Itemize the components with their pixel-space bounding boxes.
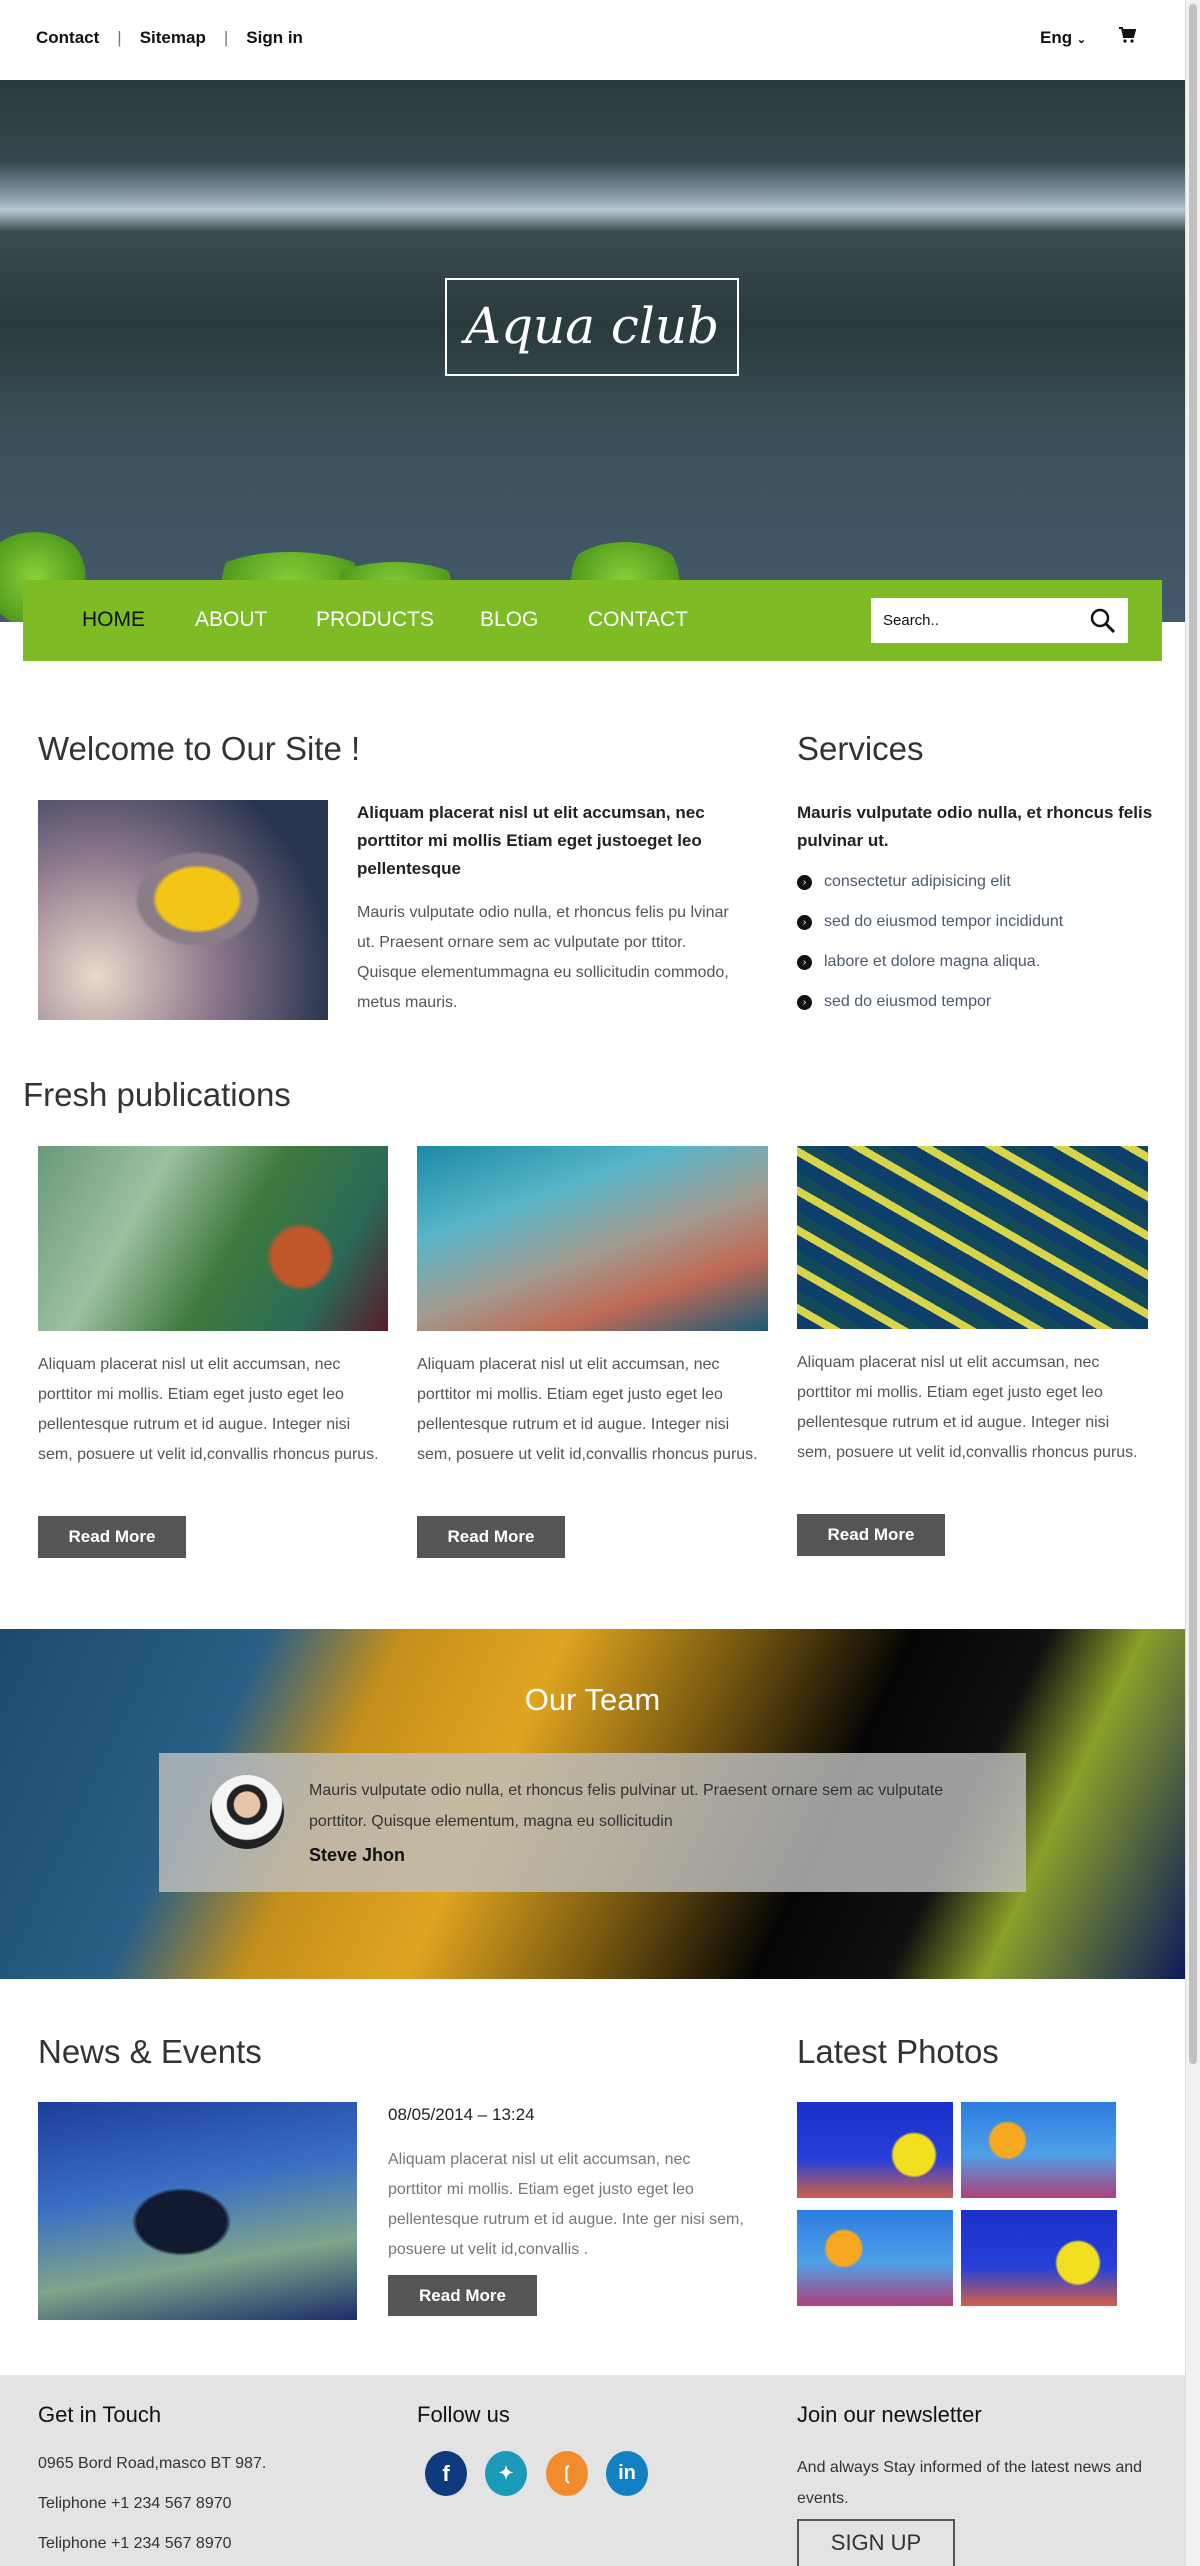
read-more-button[interactable]: Read More	[38, 1516, 186, 1558]
service-label: sed do eiusmod tempor	[824, 993, 992, 1010]
top-bar: Contact | Sitemap | Sign in Eng ⌄	[0, 0, 1185, 80]
rss-icon[interactable]: ❲	[546, 2451, 588, 2496]
avatar	[210, 1775, 284, 1849]
publication-text: Aliquam placerat nisl ut elit accumsan, …	[417, 1356, 758, 1463]
nav-contact[interactable]: CONTACT	[588, 608, 688, 632]
divider: |	[117, 28, 122, 47]
testimonial-card: Mauris vulputate odio nulla, et rhoncus …	[159, 1753, 1026, 1892]
photo-thumbnail[interactable]	[961, 2102, 1116, 2198]
service-label: consectetur adipisicing elit	[824, 873, 1011, 890]
testimonial-quote: Mauris vulputate odio nulla, et rhoncus …	[309, 1782, 944, 1830]
list-item[interactable]: › sed do eiusmod tempor	[797, 982, 1063, 1022]
address: 0965 Bord Road,masco BT 987.	[38, 2455, 267, 2472]
photo-thumbnail[interactable]	[797, 2102, 953, 2198]
photos-heading: Latest Photos	[797, 2033, 999, 2070]
search-icon[interactable]	[1090, 608, 1116, 639]
list-item[interactable]: › labore et dolore magna aliqua.	[797, 942, 1063, 982]
nav-about[interactable]: ABOUT	[195, 608, 267, 632]
scrollbar-thumb[interactable]	[1189, 4, 1197, 2064]
facebook-icon[interactable]: f	[425, 2451, 467, 2496]
cart-icon[interactable]	[1118, 26, 1137, 49]
chevron-circle-icon: ›	[797, 994, 812, 1010]
nav-home[interactable]: HOME	[82, 608, 145, 632]
divider: |	[223, 28, 229, 47]
linkedin-icon[interactable]: in	[606, 2451, 648, 2496]
contact-heading: Get in Touch	[38, 2402, 162, 2427]
chevron-circle-icon: ›	[797, 874, 812, 890]
page: Contact | Sitemap | Sign in Eng ⌄ Aqua clu…	[0, 0, 1185, 2566]
service-label: sed do eiusmod tempor incididunt	[824, 913, 1064, 930]
services-lead: Mauris vulputate odio nulla, et rhoncus …	[797, 803, 1153, 850]
top-links: Contact | Sitemap | Sign in	[36, 28, 303, 48]
welcome-body: Mauris vulputate odio nulla, et rhoncus …	[357, 904, 729, 1011]
sign-in-link[interactable]: Sign in	[246, 28, 303, 48]
team-heading: Our Team	[524, 1682, 661, 1717]
news-heading: News & Events	[38, 2033, 262, 2070]
search-box	[871, 598, 1128, 643]
service-label: labore et dolore magna aliqua.	[824, 953, 1041, 970]
photo-thumbnail[interactable]	[961, 2210, 1117, 2306]
welcome-lead: Aliquam placerat nisl ut elit accumsan, …	[357, 803, 705, 878]
butterfly-fish-image	[38, 800, 328, 1020]
news-text: Aliquam placerat nisl ut elit accumsan, …	[388, 2151, 744, 2258]
read-more-button[interactable]: Read More	[388, 2275, 537, 2316]
site-title: Aqua club	[445, 278, 739, 376]
list-item[interactable]: › sed do eiusmod tempor incididunt	[797, 902, 1063, 942]
language-label: Eng	[1040, 28, 1073, 47]
language-select[interactable]: Eng ⌄	[1040, 28, 1086, 48]
publication-text: Aliquam placerat nisl ut elit accumsan, …	[797, 1354, 1138, 1461]
chevron-circle-icon: ›	[797, 914, 812, 930]
nav-products[interactable]: PRODUCTS	[316, 608, 434, 632]
services-list: › consectetur adipisicing elit › sed do ei…	[797, 862, 1063, 1022]
read-more-button[interactable]: Read More	[417, 1516, 565, 1558]
chevron-circle-icon: ›	[797, 954, 812, 970]
services-heading: Services	[797, 730, 924, 767]
scrollbar[interactable]	[1185, 0, 1200, 2566]
sign-up-button[interactable]: SIGN UP	[797, 2519, 955, 2566]
search-input[interactable]	[871, 598, 1071, 643]
phone: Teliphone +1 234 567 8970	[38, 2535, 232, 2552]
newsletter-text: And always Stay informed of the latest n…	[797, 2459, 1143, 2507]
publications-heading: Fresh publications	[23, 1076, 291, 1113]
reef-image	[417, 1146, 768, 1331]
follow-heading: Follow us	[417, 2402, 510, 2427]
read-more-button[interactable]: Read More	[797, 1514, 945, 1556]
photo-thumbnail[interactable]	[797, 2210, 953, 2306]
news-date: 08/05/2014 – 13:24	[388, 2105, 535, 2124]
contact-link[interactable]: Contact	[36, 28, 99, 48]
newsletter-heading: Join our newsletter	[797, 2402, 982, 2427]
sitemap-link[interactable]: Sitemap	[140, 28, 206, 48]
diver-image	[38, 2102, 357, 2320]
member-name: Steve Jhon	[309, 1845, 406, 1865]
nav-blog[interactable]: BLOG	[480, 608, 538, 632]
welcome-heading: Welcome to Our Site !	[38, 730, 361, 767]
fish-school-image	[797, 1146, 1148, 1329]
publication-text: Aliquam placerat nisl ut elit accumsan, …	[38, 1356, 379, 1463]
coral-starfish-image	[38, 1146, 388, 1331]
chevron-down-icon: ⌄	[1076, 34, 1087, 46]
phone: Teliphone +1 234 567 8970	[38, 2495, 232, 2512]
list-item[interactable]: › consectetur adipisicing elit	[797, 862, 1063, 902]
twitter-icon[interactable]: ✦	[485, 2451, 527, 2496]
